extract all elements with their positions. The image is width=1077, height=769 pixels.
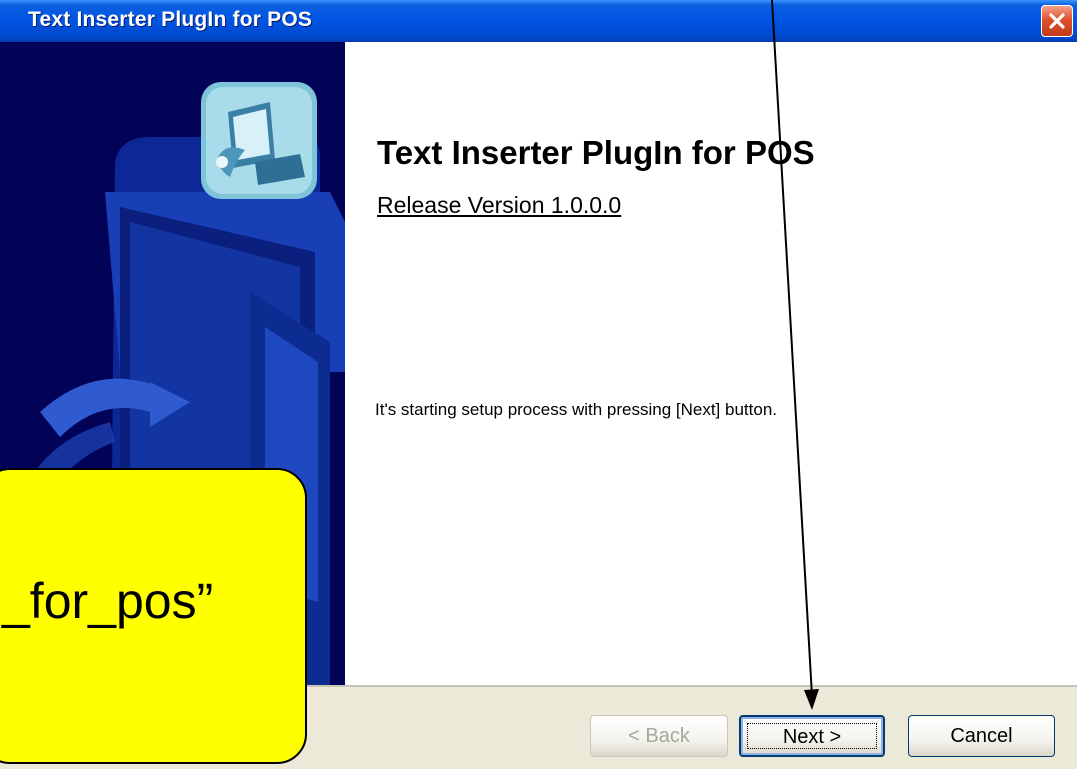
annotation-arrow	[771, 0, 819, 710]
